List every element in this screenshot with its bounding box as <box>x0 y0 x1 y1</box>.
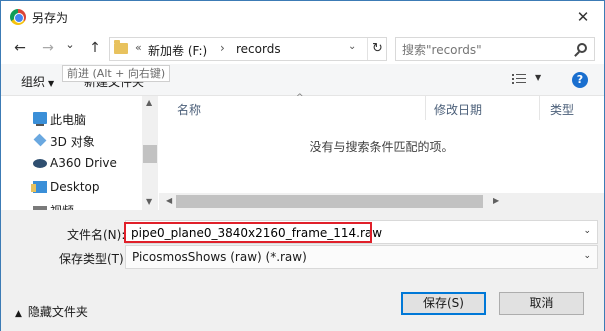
tree-scrollbar[interactable]: ▲ ▼ <box>142 96 158 210</box>
sort-arrow-icon: ^ <box>296 93 304 103</box>
forward-button[interactable]: → <box>39 38 57 58</box>
filetype-select[interactable]: PicosmosShows (raw) (*.raw) ⌄ <box>125 245 598 269</box>
tree-item-label: Desktop <box>50 180 100 194</box>
chevron-up-icon: ▲ <box>15 309 22 319</box>
hide-folders-label: 隐藏文件夹 <box>27 305 88 319</box>
breadcrumb-drive[interactable]: 新加卷 (F:) <box>148 42 207 59</box>
column-header-modified[interactable]: 修改日期 <box>434 101 482 118</box>
tree-item-label: 此电脑 <box>50 113 87 127</box>
view-dropdown[interactable]: ▼ <box>535 73 541 82</box>
hide-folders-toggle[interactable]: ▲ 隐藏文件夹 <box>15 303 88 320</box>
filename-label: 文件名(N): <box>67 228 126 242</box>
organize-menu[interactable]: 组织 ▼ <box>21 73 54 90</box>
organize-label: 组织 <box>21 75 46 89</box>
view-options-icon[interactable] <box>512 74 526 85</box>
scroll-up-icon[interactable]: ▲ <box>146 98 152 107</box>
address-dropdown[interactable]: ⌄ <box>348 41 356 52</box>
help-icon[interactable]: ? <box>572 72 588 88</box>
chrome-icon <box>10 9 26 25</box>
cloud-drive-icon <box>33 159 47 168</box>
column-divider[interactable] <box>539 96 540 120</box>
cube-icon <box>33 133 47 147</box>
column-divider[interactable] <box>425 96 426 120</box>
scroll-right-icon[interactable]: ▶ <box>493 196 499 205</box>
search-input[interactable] <box>402 41 562 58</box>
navigation-tree: 此电脑 3D 对象 A360 Drive Desktop 视频 <box>1 96 158 210</box>
scroll-left-icon[interactable]: ◀ <box>166 196 172 205</box>
refresh-button[interactable]: ↻ <box>367 38 387 60</box>
dialog-title: 另存为 <box>32 11 69 25</box>
tree-item-label: 视频 <box>50 202 74 210</box>
column-header-type[interactable]: 类型 <box>550 101 574 118</box>
cancel-button[interactable]: 取消 <box>499 292 584 315</box>
tooltip: 前进 (Alt + 向右键) <box>62 65 171 82</box>
breadcrumb-separator[interactable]: › <box>220 41 225 55</box>
breadcrumb-overflow[interactable]: « <box>135 41 142 54</box>
breadcrumb-folder[interactable]: records <box>236 42 281 56</box>
computer-icon <box>33 112 47 126</box>
organize-caret-icon: ▼ <box>48 79 55 88</box>
address-bar[interactable]: « 新加卷 (F:) › records ⌄ ↻ <box>109 37 387 61</box>
up-button[interactable]: ↑ <box>86 38 104 58</box>
tree-item-label: 3D 对象 <box>50 135 95 149</box>
search-icon[interactable] <box>577 43 587 53</box>
filetype-value: PicosmosShows (raw) (*.raw) <box>132 250 307 264</box>
empty-message: 没有与搜索条件匹配的项。 <box>309 140 454 154</box>
save-options-panel: 文件名(N): ⌄ 保存类型(T): PicosmosShows (raw) (… <box>1 210 604 331</box>
filename-dropdown-icon[interactable]: ⌄ <box>583 226 591 236</box>
save-button[interactable]: 保存(S) <box>401 292 486 315</box>
command-bar: 组织 ▼ 新建文件夹 前进 (Alt + 向右键) ▼ ? <box>1 64 604 96</box>
scroll-down-icon[interactable]: ▼ <box>146 197 152 206</box>
column-headers: ^ 名称 修改日期 类型 <box>159 93 604 120</box>
filetype-label: 保存类型(T): <box>59 252 128 266</box>
back-button[interactable]: ← <box>11 38 29 58</box>
filename-highlight-box <box>124 222 372 243</box>
filetype-dropdown-icon[interactable]: ⌄ <box>583 251 591 261</box>
desktop-icon <box>31 181 47 193</box>
recent-locations-button[interactable]: ⌄ <box>61 35 79 55</box>
title-bar: 另存为 ✕ <box>1 1 604 32</box>
search-box[interactable] <box>395 37 595 61</box>
horizontal-scrollbar[interactable]: ◀ ▶ <box>159 193 604 210</box>
column-header-name[interactable]: 名称 <box>177 101 201 118</box>
navigation-bar: ← → ⌄ ↑ « 新加卷 (F:) › records ⌄ ↻ <box>1 32 604 64</box>
file-list[interactable]: ^ 名称 修改日期 类型 没有与搜索条件匹配的项。 ◀ ▶ <box>159 93 604 210</box>
scrollbar-thumb[interactable] <box>143 145 157 163</box>
scrollbar-thumb[interactable] <box>176 195 483 208</box>
save-as-dialog: 另存为 ✕ ← → ⌄ ↑ « 新加卷 (F:) › records ⌄ ↻ 组… <box>0 0 605 331</box>
close-button[interactable]: ✕ <box>572 6 594 28</box>
folder-icon <box>114 40 128 54</box>
tree-item-label: A360 Drive <box>50 156 117 170</box>
scrollbar-corner <box>506 193 604 210</box>
